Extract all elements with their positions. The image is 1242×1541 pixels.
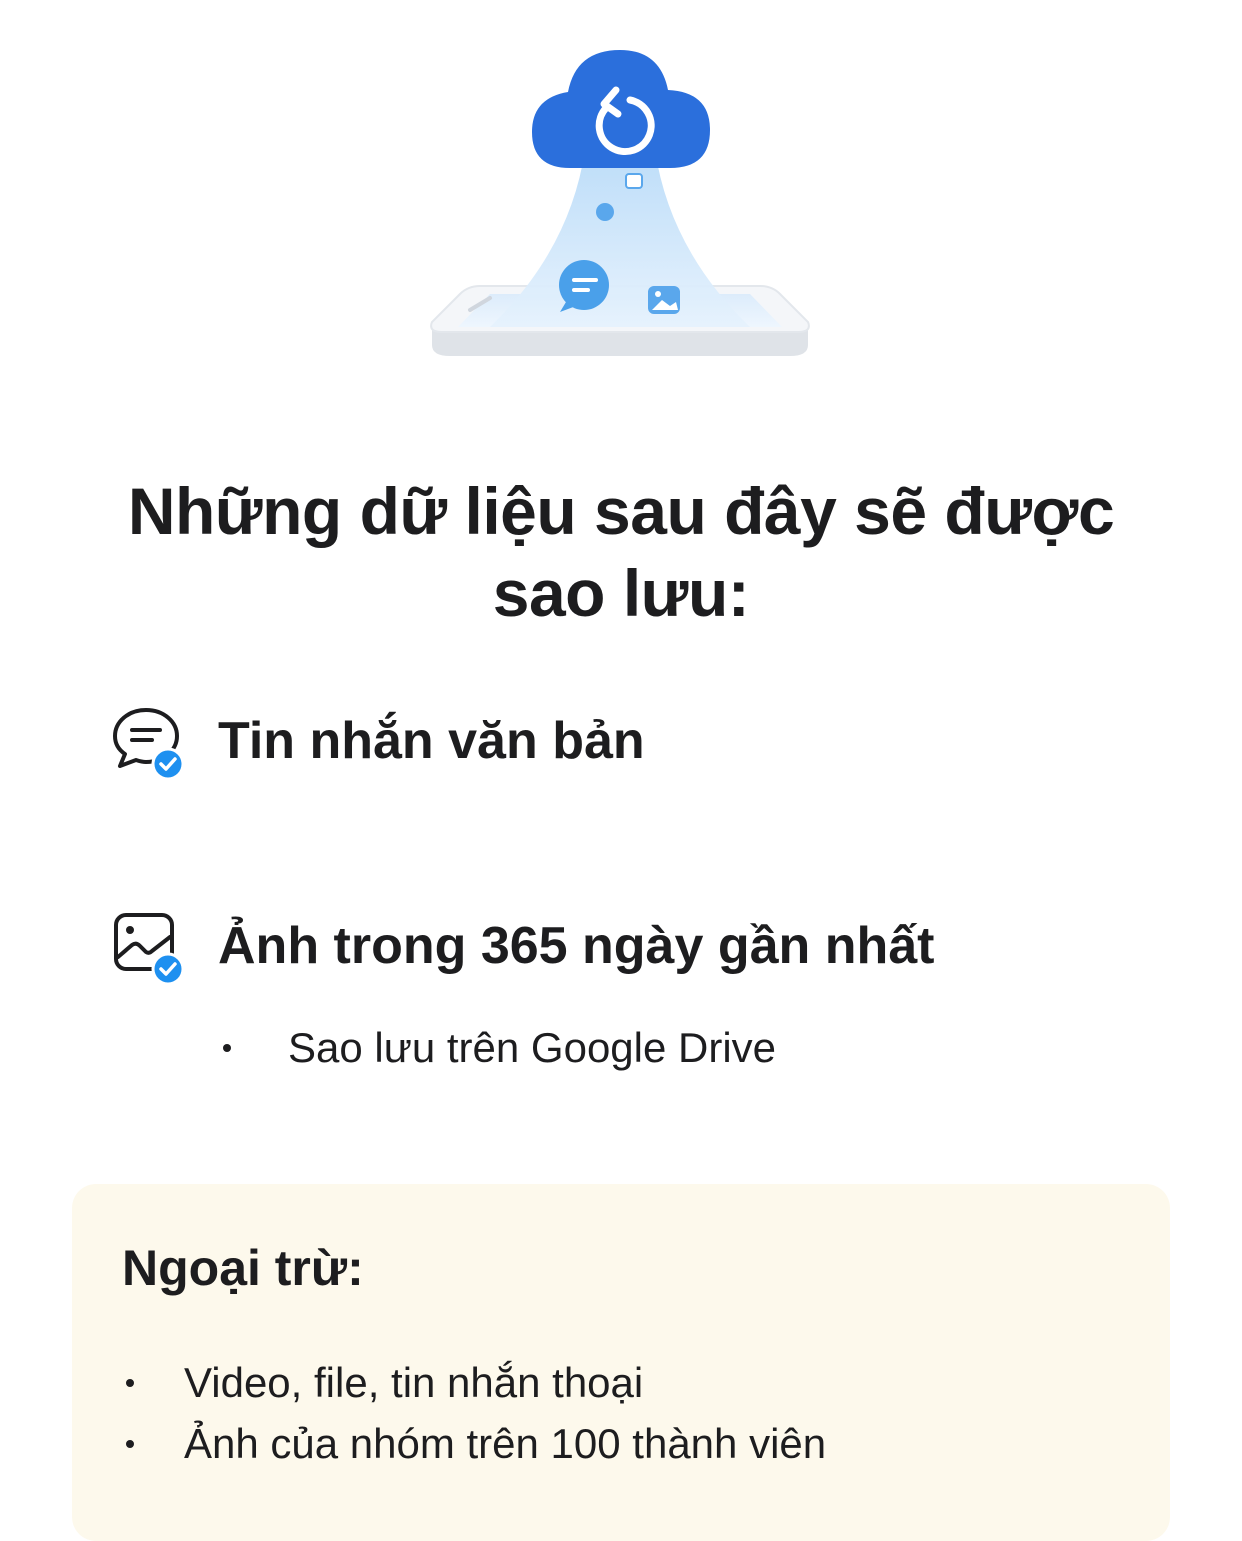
message-check-icon [110,702,188,781]
list-item: Video, file, tin nhắn thoại [122,1352,826,1413]
bullet-icon [126,1439,134,1448]
list-item-text: Ảnh của nhóm trên 100 thành viên [184,1420,827,1467]
list-item-text: Video, file, tin nhắn thoại [184,1359,644,1406]
included-item-label: Ảnh trong 365 ngày gần nhất [218,917,935,975]
exceptions-title: Ngoại trừ: [122,1240,364,1296]
list-item: Ảnh của nhóm trên 100 thành viên [122,1413,826,1474]
photo-check-icon [110,907,188,986]
backup-info-screen: Những dữ liệu sau đây sẽ được sao lưu: T… [0,0,1242,1541]
page-title: Những dữ liệu sau đây sẽ được sao lưu: [127,474,1115,630]
list-item-text: Sao lưu trên Google Drive [288,1024,777,1071]
bullet-icon [126,1378,134,1387]
included-item-messages: Tin nhắn văn bản [110,702,645,781]
exceptions-list: Video, file, tin nhắn thoại Ảnh của nhóm… [122,1352,826,1474]
included-item-label: Tin nhắn văn bản [218,712,645,770]
cloud-backup-illustration [420,40,820,370]
cloud-upload-icon [430,50,810,356]
photo-details-list: Sao lưu trên Google Drive [218,1018,776,1078]
list-item: Sao lưu trên Google Drive [218,1018,776,1078]
exceptions-panel: Ngoại trừ: Video, file, tin nhắn thoại Ả… [72,1184,1170,1541]
bullet-icon [223,1044,231,1052]
included-item-photos: Ảnh trong 365 ngày gần nhất [110,907,935,986]
